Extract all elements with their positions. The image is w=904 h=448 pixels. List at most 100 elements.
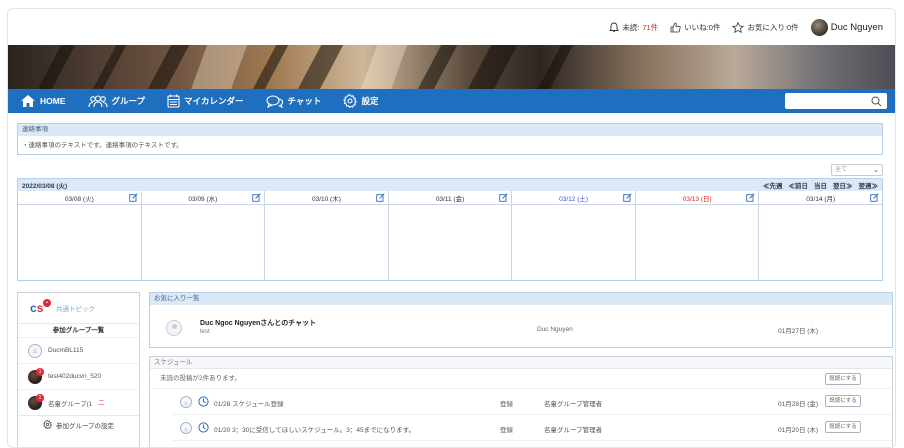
mark-all-read-button[interactable]: 既読にする bbox=[825, 373, 861, 385]
edit-icon[interactable] bbox=[870, 193, 879, 202]
edit-icon[interactable] bbox=[375, 193, 385, 202]
edit-icon[interactable] bbox=[499, 193, 508, 202]
favorite-item-subtitle: test bbox=[200, 329, 210, 335]
group-flag: 二 bbox=[98, 401, 105, 407]
favorites-label: お気に入り:0件 bbox=[747, 22, 799, 32]
group-avatar: △ bbox=[28, 343, 42, 358]
nav-group-label: グループ bbox=[111, 96, 146, 106]
calendar-day-column[interactable]: 03/10 (木) bbox=[265, 191, 389, 280]
calendar-day-label: 03/10 (木) bbox=[311, 195, 341, 203]
calendar-day-label: 03/08 (火) bbox=[64, 195, 94, 203]
favorites-panel: お気に入り一覧 Duc Ngoc Nguyenさんとのチャット test Duc… bbox=[149, 292, 893, 348]
common-topic-badge: • bbox=[43, 299, 51, 307]
nav-settings-label: 設定 bbox=[361, 96, 379, 106]
calendar-day-label: 03/12 (土) bbox=[559, 195, 589, 203]
group-name: 名童グループ(1 bbox=[48, 400, 93, 408]
group-icon bbox=[87, 94, 108, 107]
search-input[interactable] bbox=[789, 95, 869, 107]
chat-icon bbox=[265, 94, 283, 108]
today-link[interactable]: 当日 bbox=[814, 180, 827, 190]
gear-icon bbox=[42, 420, 52, 429]
user-bar: 未読: 71件 いいね:0件 お気に入り:0件 Duc Nguyen bbox=[8, 9, 895, 45]
nav-chat-label: チャット bbox=[287, 96, 322, 106]
bell-icon bbox=[609, 22, 620, 32]
notice-body: ・連絡事項のテキストです。連絡事項のテキストです。 bbox=[22, 142, 183, 149]
group-item[interactable]: 1 名童グループ(1 二 bbox=[18, 389, 139, 415]
calendar-day-header: 03/08 (火) bbox=[18, 191, 141, 205]
calendar-nav: ≪先週 ≪前日 当日 翌日≫ 翌週≫ bbox=[763, 180, 878, 190]
calendar-day-column[interactable]: 03/13 (日) bbox=[635, 191, 760, 280]
nav-my-calendar[interactable]: マイカレンダー bbox=[167, 94, 244, 108]
prev-week-link[interactable]: ≪先週 bbox=[763, 180, 783, 190]
schedule-row[interactable]: △ 01/20 3：30に受信してほしいスケジュール。3：45までになります。 … bbox=[172, 415, 892, 441]
calendar-day-column[interactable]: 03/09 (水) bbox=[141, 191, 266, 280]
next-week-link[interactable]: 翌週≫ bbox=[859, 180, 879, 190]
common-topic-link[interactable]: cs • 共通トピック bbox=[18, 293, 139, 323]
search-icon[interactable] bbox=[871, 96, 882, 107]
calendar-days: 03/08 (火) 03/09 (水) 03/10 (木) 03/11 (金) 03/1… bbox=[18, 191, 883, 280]
schedule-row[interactable]: △ 01/28 スケジュール登録 登録 名童グループ管理者 01月28日 (金)… bbox=[172, 389, 892, 415]
nav-home-label: HOME bbox=[40, 96, 66, 106]
calendar-day-label: 03/09 (水) bbox=[188, 195, 218, 203]
schedule-row-title: 01/28 スケジュール登録 bbox=[214, 401, 284, 408]
edit-icon[interactable] bbox=[623, 193, 632, 202]
nav-home[interactable]: HOME bbox=[20, 94, 66, 108]
notifications-link[interactable]: 未読: 71件 bbox=[609, 22, 658, 33]
edit-icon[interactable] bbox=[128, 193, 138, 202]
filter-select[interactable]: 全て ⌄ bbox=[831, 164, 883, 176]
mark-read-button[interactable]: 既読にする bbox=[825, 421, 861, 433]
calendar-day-column[interactable]: 03/11 (金) bbox=[388, 191, 513, 280]
calendar-day-label: 03/14 (月) bbox=[806, 195, 836, 203]
calendar-day-column[interactable]: 03/08 (火) bbox=[18, 191, 142, 280]
prev-day-link[interactable]: ≪前日 bbox=[789, 180, 809, 190]
favorites-title: お気に入り一覧 bbox=[150, 293, 892, 305]
user-name: Duc Nguyen bbox=[830, 21, 883, 33]
favorite-item-title: Duc Ngoc Nguyenさんとのチャット bbox=[200, 320, 317, 327]
common-topic-label: 共通トピック bbox=[56, 306, 95, 313]
favorite-item-user: Duc Nguyen bbox=[537, 326, 573, 333]
filter-select-value: 全て bbox=[835, 167, 848, 173]
calendar-day-label: 03/11 (金) bbox=[435, 195, 465, 203]
calendar-day-column[interactable]: 03/14 (月) bbox=[759, 191, 883, 280]
notifications-label: 未読: bbox=[622, 22, 640, 32]
group-avatar: △ bbox=[180, 396, 192, 408]
favorites-link[interactable]: お気に入り:0件 bbox=[732, 21, 799, 33]
main-nav: HOME グループ マイカレンダー チャット 設定 bbox=[8, 89, 895, 113]
group-item[interactable]: 1 test402ducvn_520 bbox=[18, 363, 139, 389]
edit-icon[interactable] bbox=[252, 193, 261, 202]
banner-image bbox=[8, 45, 895, 89]
likes-label: いいね:0件 bbox=[684, 22, 721, 32]
clock-icon bbox=[198, 422, 209, 433]
nav-group[interactable]: グループ bbox=[87, 94, 146, 108]
favorite-item[interactable]: Duc Ngoc Nguyenさんとのチャット test Duc Nguyen … bbox=[150, 305, 892, 347]
group-avatar: △ bbox=[180, 422, 192, 434]
search-box[interactable] bbox=[785, 93, 887, 109]
schedule-row-status: 登録 bbox=[500, 401, 513, 408]
schedule-title: スケジュール bbox=[150, 357, 892, 369]
calendar-day-label: 03/13 (日) bbox=[682, 195, 712, 203]
star-icon bbox=[732, 21, 745, 33]
group-settings-link[interactable]: 参加グループの設定 bbox=[18, 415, 139, 433]
group-item[interactable]: △ DucmBL115 bbox=[18, 337, 139, 363]
nav-settings[interactable]: 設定 bbox=[343, 94, 378, 108]
mark-read-button[interactable]: 既読にする bbox=[825, 395, 861, 407]
user-menu[interactable]: Duc Nguyen bbox=[810, 18, 883, 36]
likes-link[interactable]: いいね:0件 bbox=[670, 22, 720, 33]
group-settings-label: 参加グループの設定 bbox=[55, 422, 115, 430]
next-day-link[interactable]: 翌日≫ bbox=[833, 180, 853, 190]
notice-title: 連絡事項 bbox=[18, 124, 882, 136]
thumbs-up-icon bbox=[670, 22, 681, 32]
nav-chat[interactable]: チャット bbox=[265, 94, 322, 108]
edit-icon[interactable] bbox=[746, 193, 756, 202]
calendar-current-date: 2022/03/08 (火) bbox=[22, 183, 68, 190]
home-icon bbox=[21, 95, 35, 107]
calendar-day-column[interactable]: 03/12 (土) bbox=[512, 191, 636, 280]
group-name: DucmBL115 bbox=[48, 347, 84, 354]
favorite-item-date: 01月27日 (木) bbox=[778, 328, 819, 335]
common-topic-logo: cs • bbox=[30, 299, 51, 315]
clock-icon bbox=[198, 396, 209, 407]
calendar-day-header: 03/12 (土) bbox=[512, 191, 635, 205]
notifications-count: 71件 bbox=[642, 22, 659, 32]
schedule-row-group: 名童グループ管理者 bbox=[544, 401, 603, 408]
week-calendar: 2022/03/08 (火) ≪先週 ≪前日 当日 翌日≫ 翌週≫ 03/08 … bbox=[17, 178, 883, 281]
